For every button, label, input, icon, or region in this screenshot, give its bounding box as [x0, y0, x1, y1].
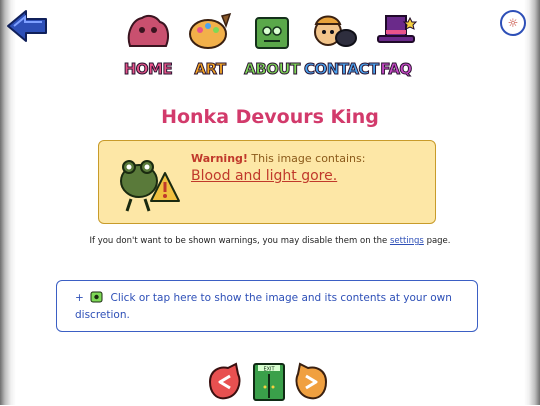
cube-creature-icon: [255, 17, 289, 49]
exit-button[interactable]: EXIT: [250, 362, 288, 402]
top-hat-icon: [377, 15, 418, 43]
nav-label: FAQ: [380, 60, 413, 79]
page-title: Honka Devours King: [161, 106, 379, 128]
warning-label: Warning!: [191, 152, 248, 165]
svg-text:EXIT: EXIT: [263, 367, 275, 373]
warning-content: Blood and light gore.: [191, 168, 338, 184]
warning-text: This image contains:: [251, 152, 366, 165]
settings-link[interactable]: settings: [390, 236, 424, 246]
next-button[interactable]: [292, 362, 330, 402]
nav-label: ART: [194, 60, 227, 79]
reveal-image-button[interactable]: + Click or tap here to show the image an…: [56, 280, 478, 332]
frog-warning-sign-icon: [120, 160, 180, 212]
back-arrow-icon: [7, 10, 47, 42]
nav-faq[interactable]: FAQ: [366, 12, 426, 82]
warning-settings-note: If you don't want to be shown warnings, …: [0, 236, 540, 246]
next-icon: [295, 362, 328, 400]
nav-label: CONTACT: [304, 60, 380, 79]
content-warning-box: Warning! This image contains: Blood and …: [98, 140, 436, 224]
bottom-nav: EXIT: [0, 358, 540, 405]
home-creature-icon: [127, 14, 169, 47]
left-torn-edge: [0, 0, 16, 405]
nav-home[interactable]: HOME: [118, 12, 178, 82]
settings-button[interactable]: ☼: [500, 10, 526, 36]
right-torn-edge: [524, 0, 540, 405]
nav-art[interactable]: ART: [180, 12, 240, 82]
exit-door-icon: EXIT: [253, 363, 285, 401]
nav-about[interactable]: ABOUT: [242, 12, 302, 82]
bird-creature-icon: [314, 15, 357, 47]
warning-line: Warning! This image contains:: [191, 152, 365, 165]
back-button[interactable]: [6, 8, 48, 44]
nav-label: HOME: [123, 60, 173, 79]
note-text-after: page.: [426, 236, 451, 246]
palette-icon: [189, 12, 232, 49]
reveal-text: Click or tap here to show the image and …: [75, 292, 452, 321]
nav-label: ABOUT: [244, 60, 301, 79]
previous-button[interactable]: [206, 362, 244, 402]
eye-card-icon: [90, 291, 103, 303]
main-nav: HOME ART ABOUT CONTACT FAQ: [118, 12, 428, 82]
settings-badge-icon: ☼: [507, 16, 519, 30]
nav-contact[interactable]: CONTACT: [304, 12, 380, 82]
note-text-before: If you don't want to be shown warnings, …: [89, 236, 388, 246]
previous-icon: [208, 362, 241, 400]
reveal-plus: +: [75, 292, 84, 304]
